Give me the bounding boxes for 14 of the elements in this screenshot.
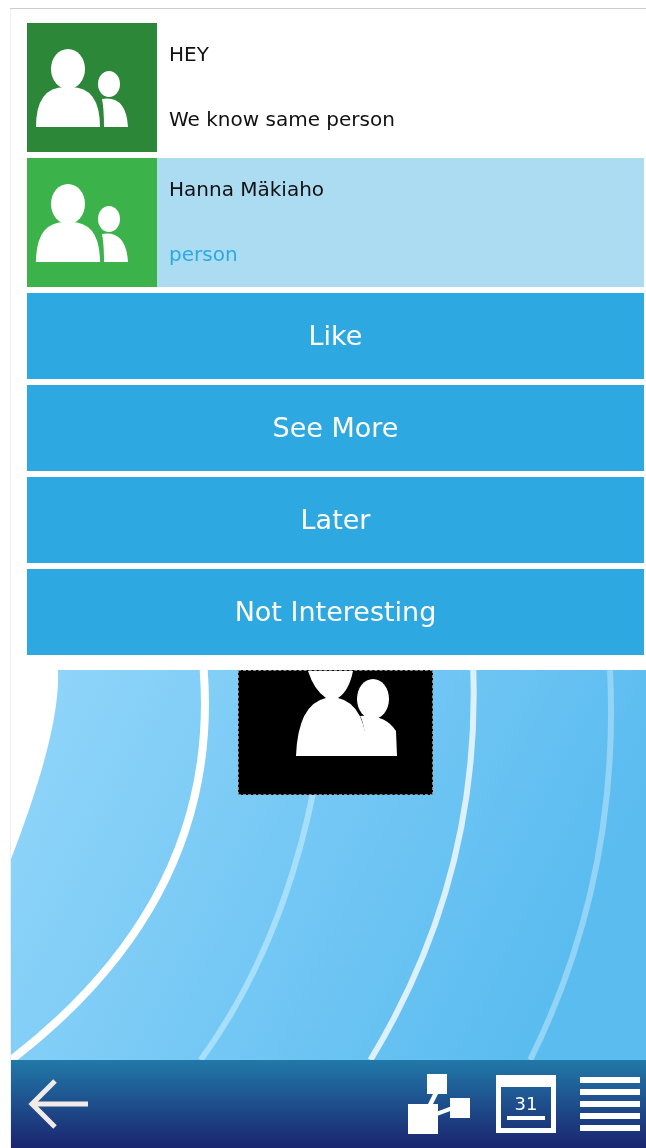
contact-title: HEY bbox=[169, 41, 210, 68]
contact-subtitle: person bbox=[169, 241, 239, 268]
calendar-icon[interactable]: 31 bbox=[496, 1075, 556, 1133]
action-button[interactable]: Like bbox=[27, 293, 644, 379]
contact-subtitle: We know same person bbox=[169, 106, 396, 133]
menu-icon[interactable] bbox=[580, 1077, 640, 1131]
back-arrow-icon[interactable] bbox=[27, 1077, 89, 1131]
calendar-day: 31 bbox=[514, 1095, 538, 1113]
diagram-icon[interactable] bbox=[408, 1074, 472, 1134]
contact-title: Hanna Mäkiaho bbox=[169, 176, 326, 203]
action-button[interactable]: See More bbox=[27, 385, 644, 471]
action-button[interactable]: Not Interesting bbox=[27, 569, 644, 655]
action-button[interactable]: Later bbox=[27, 477, 644, 563]
contact-row[interactable]: Hanna Mäkiaho person bbox=[27, 158, 644, 287]
